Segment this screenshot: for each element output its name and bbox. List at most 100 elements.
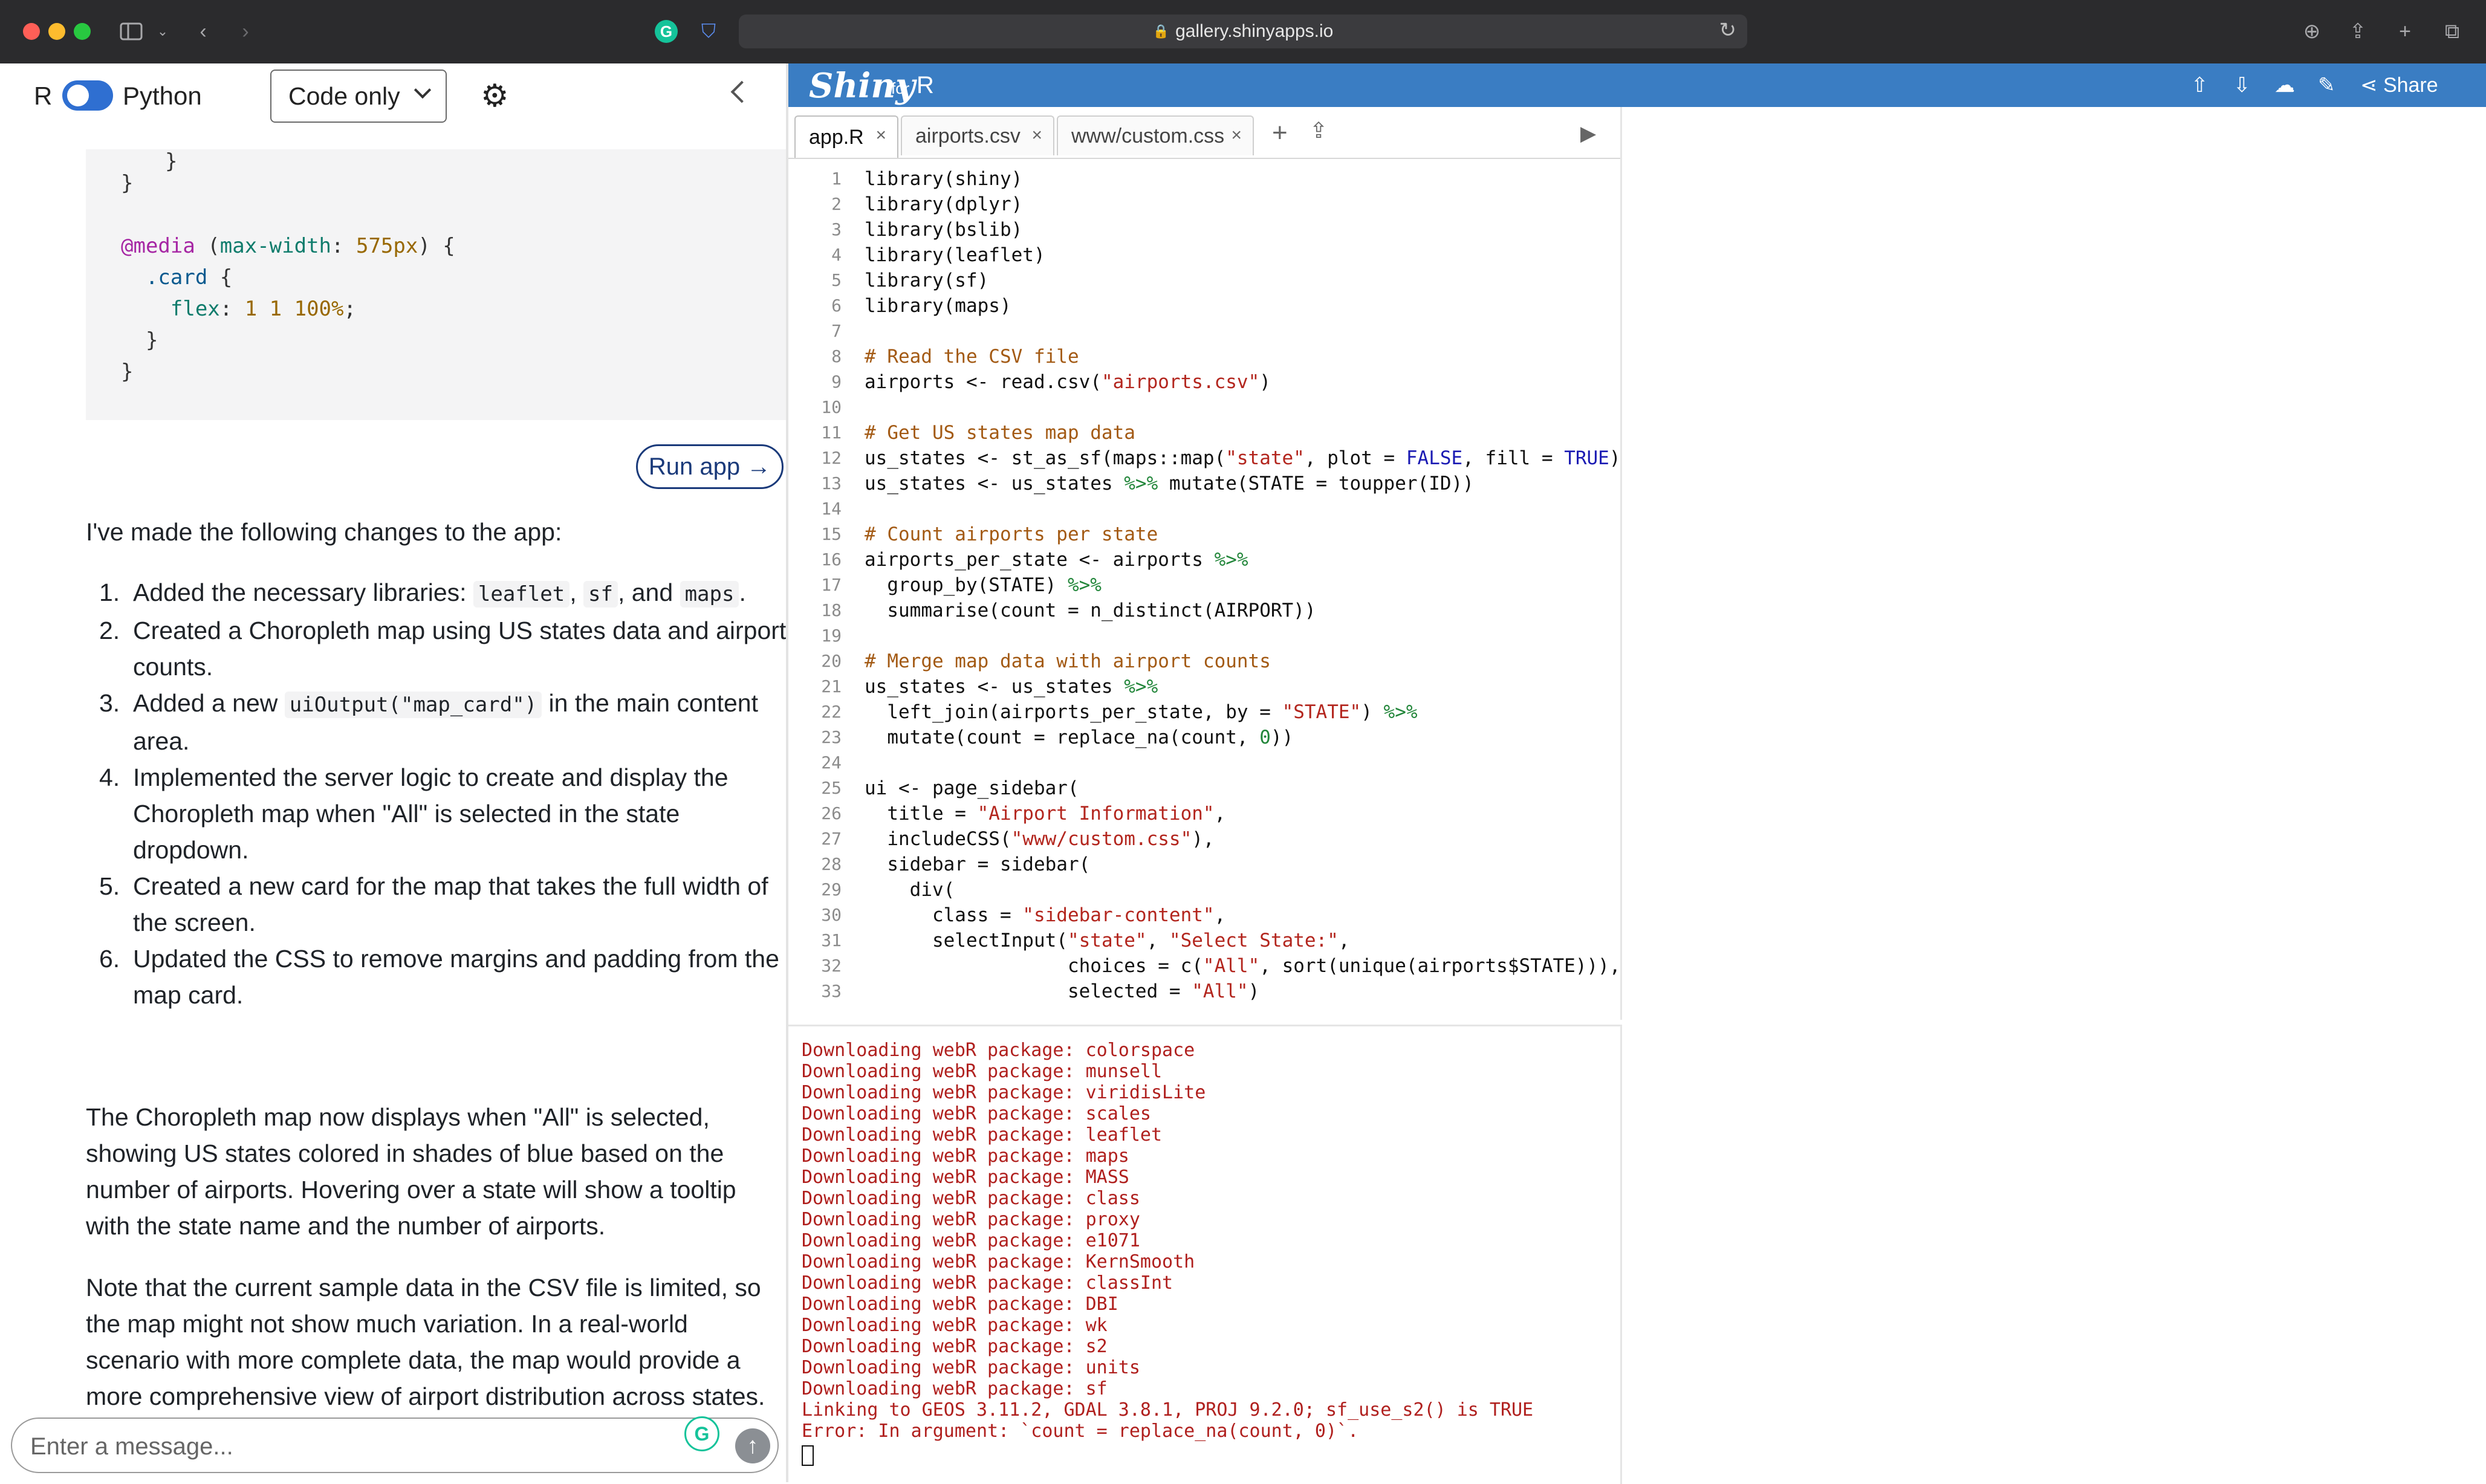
code-line[interactable]: 26 title = "Airport Information", bbox=[788, 801, 1620, 826]
code-line[interactable]: 13 us_states <- us_states %>% mutate(STAT… bbox=[788, 471, 1620, 496]
console-cursor[interactable] bbox=[802, 1445, 814, 1466]
code-line: .card { bbox=[145, 265, 233, 290]
code-line[interactable]: 28 sidebar = sidebar( bbox=[788, 852, 1620, 877]
code-line[interactable]: 30 class = "sidebar-content", bbox=[788, 902, 1620, 928]
console-line: Downloading webR package: class bbox=[802, 1188, 1140, 1209]
code-line[interactable]: 16 airports_per_state <- airports %>% bbox=[788, 547, 1620, 572]
gear-icon[interactable]: ⚙ bbox=[481, 80, 509, 112]
line-number: 28 bbox=[821, 854, 842, 874]
code-text: library(shiny) bbox=[865, 168, 1023, 190]
line-number: 3 bbox=[831, 219, 842, 239]
code-line[interactable]: 19 bbox=[788, 623, 1620, 649]
chevron-down-icon[interactable]: ⌄ bbox=[154, 16, 172, 47]
code-line[interactable]: 4 library(leaflet) bbox=[788, 242, 1620, 268]
code-line[interactable]: 5 library(sf) bbox=[788, 268, 1620, 293]
minimize-window-button[interactable] bbox=[48, 23, 65, 40]
code-line[interactable]: 20 # Merge map data with airport counts bbox=[788, 649, 1620, 674]
line-number: 20 bbox=[821, 651, 842, 671]
send-arrow-icon[interactable]: ↑ bbox=[735, 1428, 770, 1463]
code-line[interactable]: 9 airports <- read.csv("airports.csv") bbox=[788, 369, 1620, 395]
code-line[interactable]: 29 div( bbox=[788, 877, 1620, 902]
message-input[interactable] bbox=[29, 1430, 672, 1463]
code-line: } bbox=[121, 328, 158, 352]
run-app-button[interactable]: Run app → bbox=[636, 444, 784, 489]
code-line[interactable]: 27 includeCSS("www/custom.css"), bbox=[788, 826, 1620, 852]
assistant-topbar: R Python Code only ⚙ bbox=[0, 63, 786, 148]
grammarly-extension-icon[interactable]: G bbox=[655, 20, 678, 43]
shiny-editor-pane: Shiny for R ⇧ ⇩ ☁ ✎ ⋖ Share app.R × airpo… bbox=[788, 63, 2486, 1484]
address-bar[interactable]: 🔒 gallery.shinyapps.io ↻ bbox=[739, 15, 1747, 48]
code-line[interactable]: 18 summarise(count = n_distinct(AIRPORT)… bbox=[788, 598, 1620, 623]
line-number: 11 bbox=[821, 423, 842, 442]
console-line: Linking to GEOS 3.11.2, GDAL 3.8.1, PROJ… bbox=[802, 1399, 1534, 1421]
line-number: 30 bbox=[821, 905, 842, 925]
code-line[interactable]: 15 # Count airports per state bbox=[788, 522, 1620, 547]
forward-icon[interactable]: › bbox=[233, 16, 258, 47]
console-line: Downloading webR package: DBI bbox=[802, 1294, 1118, 1315]
language-toggle[interactable] bbox=[62, 80, 113, 111]
reload-icon[interactable]: ↻ bbox=[1719, 18, 1737, 42]
line-number: 25 bbox=[821, 778, 842, 798]
console-line: Downloading webR package: colorspace bbox=[802, 1040, 1195, 1061]
close-icon[interactable]: × bbox=[1231, 125, 1242, 146]
download-icon[interactable]: ⇩ bbox=[2233, 73, 2251, 97]
code-line: } bbox=[121, 360, 134, 384]
code-line[interactable]: 24 bbox=[788, 750, 1620, 776]
close-icon[interactable]: × bbox=[875, 125, 886, 146]
code-line[interactable]: 8 # Read the CSV file bbox=[788, 344, 1620, 369]
code-text: us_states <- us_states %>% bbox=[865, 676, 1158, 698]
code-line[interactable]: 7 bbox=[788, 319, 1620, 344]
code-line[interactable]: 23 mutate(count = replace_na(count, 0)) bbox=[788, 725, 1620, 750]
code-line[interactable]: 12 us_states <- st_as_sf(maps::map("state… bbox=[788, 446, 1620, 471]
console-line: Downloading webR package: MASS bbox=[802, 1167, 1129, 1188]
view-mode-select[interactable]: Code only bbox=[270, 70, 447, 123]
code-line[interactable]: 25 ui <- page_sidebar( bbox=[788, 776, 1620, 801]
code-line[interactable]: 17 group_by(STATE) %>% bbox=[788, 572, 1620, 598]
edit-icon[interactable]: ✎ bbox=[2318, 73, 2335, 97]
code-line: } bbox=[140, 149, 178, 173]
code-line[interactable]: 2 library(dplyr) bbox=[788, 192, 1620, 217]
list-item: 6. Updated the CSS to remove margins and … bbox=[99, 945, 779, 1009]
code-text: class = "sidebar-content", bbox=[865, 904, 1226, 926]
code-line[interactable]: 33 selected = "All") bbox=[788, 979, 1620, 1004]
share-icon[interactable]: ⇪ bbox=[2346, 16, 2370, 47]
shield-extension-icon[interactable]: ⛉ bbox=[697, 20, 720, 43]
upload-icon[interactable]: ⇧ bbox=[2191, 73, 2209, 97]
add-file-icon[interactable]: + bbox=[1272, 118, 1288, 148]
tab-overview-icon[interactable]: ⧉ bbox=[2440, 16, 2464, 47]
code-line[interactable]: 10 bbox=[788, 395, 1620, 420]
sidebar-toggle-icon[interactable] bbox=[116, 16, 146, 47]
share-icon: ⋖ bbox=[2360, 74, 2383, 97]
grammarly-icon[interactable]: G bbox=[684, 1416, 719, 1451]
share-button[interactable]: ⋖ Share bbox=[2360, 73, 2438, 97]
close-window-button[interactable] bbox=[23, 23, 40, 40]
code-line[interactable]: 32 choices = c("All", sort(unique(airpor… bbox=[788, 953, 1620, 979]
browser-toolbar: ⌄ ‹ › G ⛉ 🔒 gallery.shinyapps.io ↻ ⊕ ⇪ +… bbox=[0, 0, 2486, 65]
code-line[interactable]: 14 bbox=[788, 496, 1620, 522]
code-line[interactable]: 3 library(bslib) bbox=[788, 217, 1620, 242]
zoom-window-button[interactable] bbox=[74, 23, 91, 40]
code-line[interactable]: 1 library(shiny) bbox=[788, 166, 1620, 192]
tab-custom-css[interactable]: www/custom.css × bbox=[1057, 115, 1254, 155]
console-line: Downloading webR package: munsell bbox=[802, 1061, 1163, 1082]
code-area[interactable]: 1 library(shiny) 2 library(dplyr) 3 library(b… bbox=[788, 166, 1620, 1013]
run-icon[interactable]: ▶ bbox=[1580, 122, 1596, 146]
cloud-save-icon[interactable]: ☁ bbox=[2274, 73, 2295, 97]
code-line[interactable]: 22 left_join(airports_per_state, by = "S… bbox=[788, 699, 1620, 725]
back-icon[interactable]: ‹ bbox=[191, 16, 215, 47]
close-icon[interactable]: × bbox=[1031, 125, 1042, 146]
code-line[interactable]: 31 selectInput("state", "Select State:", bbox=[788, 928, 1620, 953]
tab-app-r[interactable]: app.R × bbox=[794, 115, 898, 158]
code-text: sidebar = sidebar( bbox=[865, 854, 1091, 875]
code-line[interactable]: 11 # Get US states map data bbox=[788, 420, 1620, 446]
code-line[interactable]: 21 us_states <- us_states %>% bbox=[788, 674, 1620, 699]
list-item: 3. Added a new uiOutput("map_card") in th… bbox=[99, 689, 758, 755]
collapse-chevron-icon[interactable] bbox=[730, 80, 753, 103]
code-text: airports <- read.csv("airports.csv") bbox=[865, 371, 1271, 393]
code-line[interactable]: 6 library(maps) bbox=[788, 293, 1620, 319]
new-tab-icon[interactable]: + bbox=[2393, 16, 2417, 47]
downloads-icon[interactable]: ⊕ bbox=[2300, 16, 2324, 47]
line-number: 12 bbox=[821, 448, 842, 468]
upload-file-icon[interactable]: ⇪ bbox=[1310, 118, 1328, 143]
tab-airports-csv[interactable]: airports.csv × bbox=[901, 115, 1054, 155]
